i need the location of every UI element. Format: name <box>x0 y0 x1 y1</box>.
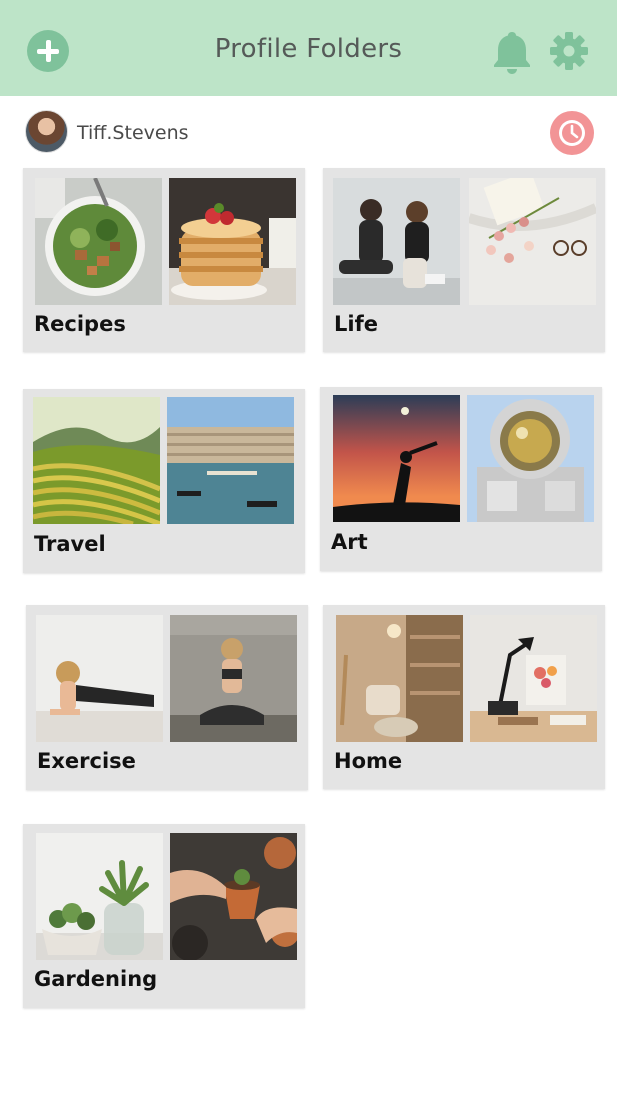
username[interactable]: Tiff.Stevens <box>77 122 189 144</box>
folder-label: Home <box>334 749 403 773</box>
friends-photo <box>333 178 460 305</box>
folder-art[interactable]: Art <box>320 387 602 571</box>
bell-icon[interactable] <box>491 29 533 75</box>
user-row: Tiff.Stevens <box>0 108 617 158</box>
app-header: Profile Folders <box>0 0 617 96</box>
folder-label: Life <box>334 312 378 336</box>
pancakes-photo <box>169 178 296 305</box>
folder-label: Gardening <box>34 967 158 991</box>
astronaut-photo <box>467 395 594 522</box>
folder-exercise[interactable]: Exercise <box>26 605 308 790</box>
folder-recipes[interactable]: Recipes <box>23 168 305 352</box>
salad-bowl-photo <box>35 178 162 305</box>
folder-label: Recipes <box>34 312 126 336</box>
clock-icon[interactable] <box>550 111 594 155</box>
living-room-photo <box>336 615 463 742</box>
folder-home[interactable]: Home <box>323 605 605 789</box>
folder-life[interactable]: Life <box>323 168 605 352</box>
potting-hands-photo <box>170 833 297 960</box>
gear-icon[interactable] <box>549 31 589 71</box>
folder-label: Travel <box>34 532 106 556</box>
folder-label: Art <box>331 530 368 554</box>
meditation-photo <box>170 615 297 742</box>
desk-lamp-photo <box>470 615 597 742</box>
succulents-photo <box>36 833 163 960</box>
silhouette-sunset-photo <box>333 395 460 522</box>
rice-terraces-photo <box>33 397 160 524</box>
folder-label: Exercise <box>37 749 136 773</box>
folder-gardening[interactable]: Gardening <box>23 824 305 1008</box>
venice-canal-photo <box>167 397 294 524</box>
flowers-book-photo <box>469 178 596 305</box>
plank-exercise-photo <box>36 615 163 742</box>
folder-travel[interactable]: Travel <box>23 389 305 573</box>
avatar[interactable] <box>25 110 68 153</box>
